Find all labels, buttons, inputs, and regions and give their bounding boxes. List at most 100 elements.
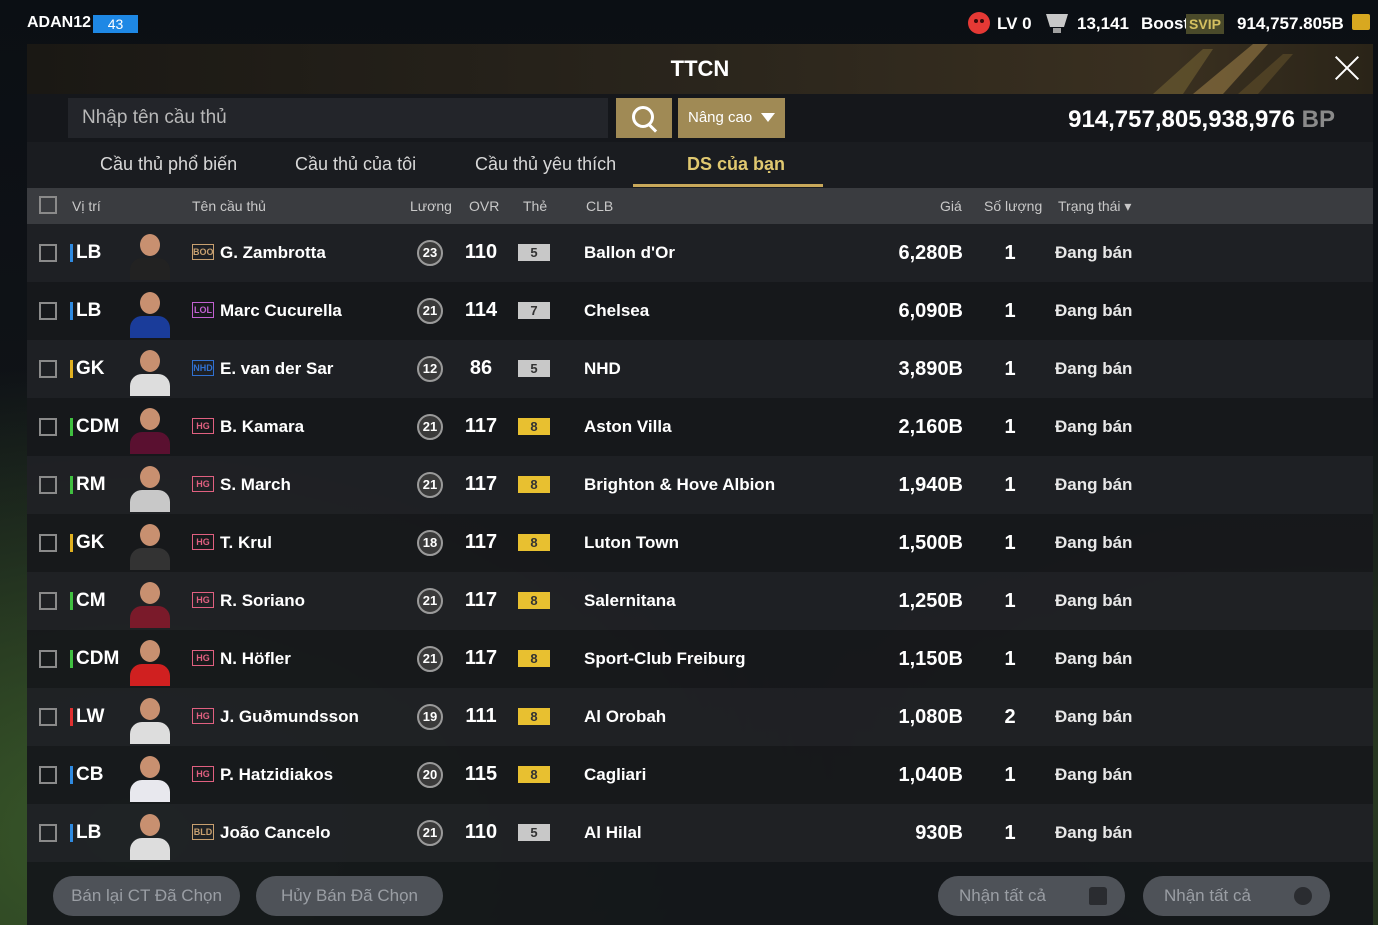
search-button[interactable]: [616, 98, 672, 138]
col-status[interactable]: Trạng thái ▾: [1058, 198, 1131, 215]
row-checkbox[interactable]: [39, 360, 57, 378]
position-color-bar: [70, 592, 73, 610]
player-row[interactable]: GK NHD E. van der Sar 12 86 5 NHD 3,890B 1 Đang b…: [27, 340, 1373, 398]
player-avatar: [124, 692, 176, 744]
col-name[interactable]: Tên cầu thủ: [192, 198, 266, 214]
receive-all-players-button[interactable]: Nhận tất cả: [938, 876, 1125, 916]
player-quantity: 2: [1004, 706, 1016, 728]
season-badge: BLD: [192, 824, 214, 840]
player-name[interactable]: P. Hatzidiakos: [220, 765, 333, 785]
tab-popular-players[interactable]: Cầu thủ phổ biến: [100, 154, 237, 175]
player-name[interactable]: T. Krul: [220, 533, 272, 553]
row-checkbox[interactable]: [39, 302, 57, 320]
row-checkbox[interactable]: [39, 418, 57, 436]
player-position: LB: [76, 822, 102, 843]
player-row[interactable]: CDM HG B. Kamara 21 117 8 Aston Villa 2,160B 1 Đa…: [27, 398, 1373, 456]
position-color-bar: [70, 766, 73, 784]
tab-favorite-players[interactable]: Cầu thủ yêu thích: [475, 154, 616, 175]
col-wage[interactable]: Lương: [410, 198, 452, 214]
wage-badge: 21: [417, 588, 443, 614]
player-name[interactable]: J. Guðmundsson: [220, 707, 359, 727]
player-price: 930B: [915, 822, 963, 844]
player-ovr: 115: [464, 763, 498, 785]
player-name[interactable]: Marc Cucurella: [220, 301, 342, 321]
player-position: CB: [76, 764, 104, 785]
player-row[interactable]: LB BLD João Cancelo 21 110 5 Al Hilal 930B 1 Đang…: [27, 804, 1373, 862]
player-name[interactable]: E. van der Sar: [220, 359, 333, 379]
player-row[interactable]: LW HG J. Guðmundsson 19 111 8 Al Orobah 1,080B 2…: [27, 688, 1373, 746]
player-row[interactable]: LB BOO G. Zambrotta 23 110 5 Ballon d'Or 6,280B…: [27, 224, 1373, 282]
row-checkbox[interactable]: [39, 650, 57, 668]
close-button[interactable]: [1331, 52, 1363, 84]
sale-status: Đang bán: [1055, 417, 1133, 436]
player-name[interactable]: N. Höfler: [220, 649, 291, 669]
season-badge: NHD: [192, 360, 214, 376]
player-quantity: 1: [1004, 242, 1016, 264]
card-level-badge: 8: [518, 650, 550, 667]
player-row[interactable]: CB HG P. Hatzidiakos 20 115 8 Cagliari 1,040B 1 Đ…: [27, 746, 1373, 804]
col-quantity[interactable]: Số lượng: [984, 198, 1042, 214]
wage-badge: 20: [417, 762, 443, 788]
row-checkbox[interactable]: [39, 592, 57, 610]
avatar-head: [140, 524, 160, 546]
player-position: CDM: [76, 648, 120, 669]
boost-label[interactable]: Boost: [1141, 14, 1189, 34]
wage-badge: 12: [417, 356, 443, 382]
col-position[interactable]: Vị trí: [72, 198, 101, 214]
card-level-badge: 8: [518, 476, 550, 493]
resell-selected-button[interactable]: Bán lại CT Đã Chọn: [53, 876, 240, 916]
player-price: 1,080B: [898, 706, 964, 728]
modal-header: TTCN: [27, 44, 1373, 94]
wage-badge: 21: [417, 414, 443, 440]
season-badge: HG: [192, 418, 214, 434]
receive-all-bp-button[interactable]: Nhận tất cả: [1143, 876, 1330, 916]
row-checkbox[interactable]: [39, 244, 57, 262]
avatar-body: [130, 780, 170, 802]
player-quantity: 1: [1004, 416, 1016, 438]
sale-status: Đang bán: [1055, 243, 1133, 262]
wage-badge: 21: [417, 472, 443, 498]
row-checkbox[interactable]: [39, 476, 57, 494]
player-name[interactable]: R. Soriano: [220, 591, 305, 611]
search-icon-handle: [647, 123, 658, 133]
player-name[interactable]: G. Zambrotta: [220, 243, 326, 263]
sale-status: Đang bán: [1055, 533, 1133, 552]
player-position: CM: [76, 590, 106, 611]
card-level-badge: 8: [518, 592, 550, 609]
col-card[interactable]: Thẻ: [523, 198, 547, 214]
player-club: Cagliari: [584, 765, 647, 784]
player-club: Aston Villa: [584, 417, 672, 436]
player-row[interactable]: RM HG S. March 21 117 8 Brighton & Hove Albion…: [27, 456, 1373, 514]
player-row[interactable]: LB LOL Marc Cucurella 21 114 7 Chelsea 6,090B 1 Đ…: [27, 282, 1373, 340]
select-all-checkbox[interactable]: [39, 196, 57, 214]
avatar-body: [130, 258, 170, 280]
col-price[interactable]: Giá: [940, 198, 962, 214]
player-ovr: 117: [464, 531, 498, 553]
col-status-label: Trạng thái: [1058, 198, 1121, 214]
player-name[interactable]: S. March: [220, 475, 291, 495]
row-checkbox[interactable]: [39, 824, 57, 842]
sale-status: Đang bán: [1055, 591, 1133, 610]
player-row[interactable]: CDM HG N. Höfler 21 117 8 Sport-Club Freiburg 1…: [27, 630, 1373, 688]
row-checkbox[interactable]: [39, 534, 57, 552]
cancel-selected-button[interactable]: Hủy Bán Đã Chọn: [256, 876, 443, 916]
player-search-input[interactable]: [68, 98, 608, 138]
tab-your-list[interactable]: DS của bạn: [687, 154, 785, 175]
row-checkbox[interactable]: [39, 766, 57, 784]
player-price: 1,150B: [898, 648, 964, 670]
advanced-filter-button[interactable]: Nâng cao: [678, 98, 785, 138]
col-ovr[interactable]: OVR: [469, 198, 499, 214]
player-quantity: 1: [1004, 590, 1016, 612]
player-name[interactable]: B. Kamara: [220, 417, 304, 437]
position-color-bar: [70, 476, 73, 494]
player-position: LB: [76, 300, 102, 321]
tab-my-players[interactable]: Cầu thủ của tôi: [295, 154, 416, 175]
player-row[interactable]: GK HG T. Krul 18 117 8 Luton Town 1,500B 1 Đang b…: [27, 514, 1373, 572]
col-club[interactable]: CLB: [586, 198, 613, 214]
player-name[interactable]: João Cancelo: [220, 823, 331, 843]
player-row[interactable]: CM HG R. Soriano 21 117 8 Salernitana 1,250B 1 Đa…: [27, 572, 1373, 630]
row-checkbox[interactable]: [39, 708, 57, 726]
transfer-market-modal: TTCN Nâng cao 914,757,805,938,976 BP Cầu…: [27, 44, 1373, 925]
player-club: Luton Town: [584, 533, 680, 552]
card-level-badge: 8: [518, 534, 550, 551]
